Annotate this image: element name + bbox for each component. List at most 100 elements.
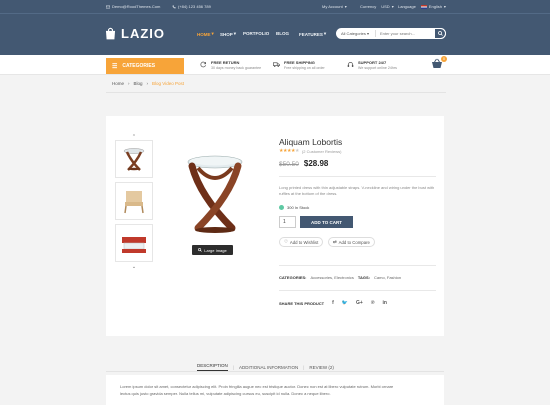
feature-support: SUPPORT 24/7 We support online 24hrs [347, 60, 397, 70]
categories-meta-label: CATEGORIES: [279, 275, 307, 280]
search-category-select[interactable]: All Categories ▾ [336, 30, 376, 37]
in-stock-dot-icon [279, 205, 284, 210]
review-count-link[interactable]: (2 Customer Reviews) [302, 149, 342, 154]
chevron-down-icon: ▾ [391, 4, 394, 9]
description-line: Lorem ipsum dolor sit amet, consectetur … [120, 384, 394, 389]
nav-shop-label: SHOP [220, 31, 233, 37]
categories-meta-value[interactable]: Accessories, Electronics [310, 275, 353, 280]
share-bar: SHARE THIS PRODUCT f 🐦 G+ ℗ in [279, 300, 387, 306]
tab-separator: | [232, 364, 234, 370]
linkedin-icon[interactable]: in [383, 300, 387, 306]
description-line: lectus quis justo gravida semper. Nulla … [120, 391, 331, 396]
feature-title: FREE RETURN [211, 60, 240, 65]
product-meta: CATEGORIES: Accessories, Electronics TAG… [279, 275, 401, 280]
truck-icon [273, 62, 280, 67]
language-select[interactable]: Language English ▾ [398, 4, 446, 9]
currency-select[interactable]: Currency USD ▾ [360, 4, 394, 9]
email-text: Demo@RoodThemes.Com [112, 4, 161, 9]
divider [279, 176, 436, 177]
currency-label: Currency [360, 4, 377, 9]
support-icon [347, 62, 354, 67]
pinterest-icon[interactable]: ℗ [371, 300, 375, 306]
email-link[interactable]: Demo@RoodThemes.Com [106, 4, 160, 9]
enlarge-label: Large Image [204, 247, 227, 253]
thumbnail-table[interactable] [115, 140, 153, 178]
search-category-label: All Categories [341, 31, 366, 36]
add-to-cart-button[interactable]: ADD TO CART [300, 216, 353, 228]
refresh-icon [200, 61, 206, 68]
tags-meta-label: TAGS: [357, 275, 370, 280]
breadcrumb-separator: › [128, 81, 130, 86]
categories-label: CATEGORIES [122, 63, 156, 69]
account-menu[interactable]: My Account ▾ [322, 4, 347, 9]
tab-reviews[interactable]: REVIEW (2) [309, 365, 334, 370]
chair-thumbnail-image [124, 191, 144, 214]
divider [279, 265, 436, 266]
thumbnail-chair[interactable] [115, 182, 153, 220]
categories-button[interactable]: ☰ CATEGORIES [106, 58, 184, 74]
nav-blog[interactable]: BLOG [276, 31, 289, 36]
account-label: My Account [322, 4, 343, 9]
twitter-icon[interactable]: 🐦 [342, 300, 348, 306]
nav-portfolio-label: PORTFOLIO [243, 31, 270, 36]
wishlist-label: Add to Wishlist [289, 239, 319, 245]
nav-home[interactable]: HOME ▾ [197, 31, 214, 37]
tabs-divider [106, 371, 444, 372]
quantity-input[interactable]: 1 [279, 216, 296, 228]
nav-portfolio[interactable]: PORTFOLIO [243, 31, 269, 36]
cart-count-badge: 0 [441, 56, 447, 62]
current-price: $28.98 [303, 159, 329, 168]
chevron-down-icon: ▾ [443, 4, 446, 9]
stock-text: 300 In Stock [287, 205, 310, 210]
search-input[interactable] [376, 31, 431, 36]
product-title: Aliquam Lobortis [279, 137, 343, 147]
tab-additional-information[interactable]: ADDITIONAL INFORMATION [239, 365, 298, 370]
top-bar: Demo@RoodThemes.Com (+84) 123 456 789 My… [0, 0, 550, 14]
stock-status: 300 In Stock [279, 205, 309, 210]
breadcrumb-home[interactable]: Home [112, 81, 124, 86]
google-plus-icon[interactable]: G+ [356, 300, 363, 306]
compare-label: Add to Compare [338, 239, 370, 245]
breadcrumb-blog[interactable]: Blog [134, 81, 143, 86]
add-to-wishlist-button[interactable]: ♡ Add to Wishlist [279, 237, 324, 247]
rating-stars-icon: ★★★★★ [279, 148, 299, 154]
product-main-image[interactable] [170, 148, 260, 243]
search-bar: All Categories ▾ [336, 28, 446, 39]
description-content: Lorem ipsum dolor sit amet, consectetur … [106, 375, 444, 405]
phone-link[interactable]: (+84) 123 456 789 [172, 4, 211, 9]
envelope-icon [106, 5, 110, 8]
feature-sub: 30 days money back guarantee [211, 66, 262, 70]
bed-thumbnail-image [122, 237, 146, 253]
old-price: $50.50 [279, 161, 299, 168]
tags-meta-value[interactable]: Camo, Fashion [374, 275, 401, 280]
thumb-down-arrow[interactable]: ⌄ [114, 264, 154, 270]
table-thumbnail-image [123, 148, 145, 171]
feature-sub: We support online 24hrs [358, 66, 397, 70]
chevron-down-icon: ▾ [323, 31, 327, 36]
zoom-icon [198, 248, 203, 252]
uk-flag-icon [420, 4, 427, 9]
nav-blog-label: BLOG [276, 31, 289, 36]
language-label: Language [398, 4, 416, 9]
heart-icon: ♡ [284, 239, 288, 244]
enlarge-image-button[interactable]: Large Image [192, 245, 233, 255]
breadcrumb: Home › Blog › Blog Video Post [112, 81, 184, 86]
facebook-icon[interactable]: f [332, 300, 334, 306]
chevron-down-icon: ▾ [344, 4, 347, 9]
nav-shop[interactable]: SHOP ▾ [220, 31, 236, 37]
breadcrumb-divider [106, 92, 446, 93]
nav-features-label: FEATURES [299, 31, 323, 37]
breadcrumb-separator: › [146, 81, 149, 86]
tab-description[interactable]: DESCRIPTION [197, 363, 228, 371]
product-prices: $50.50 $28.98 [279, 159, 328, 168]
site-logo[interactable]: LAZIO [104, 26, 165, 41]
add-to-compare-button[interactable]: ⇄ Add to Compare [328, 237, 375, 247]
thumbnail-bed[interactable] [115, 224, 153, 262]
search-button[interactable] [434, 28, 446, 39]
cart-button[interactable]: 0 [431, 56, 447, 70]
nav-features[interactable]: FEATURES ▾ [299, 31, 326, 37]
site-header: Demo@RoodThemes.Com (+84) 123 456 789 My… [0, 0, 550, 55]
nav-home-label: HOME [197, 31, 211, 37]
breadcrumb-current: Blog Video Post [152, 81, 184, 86]
shopping-bag-icon [105, 27, 116, 40]
